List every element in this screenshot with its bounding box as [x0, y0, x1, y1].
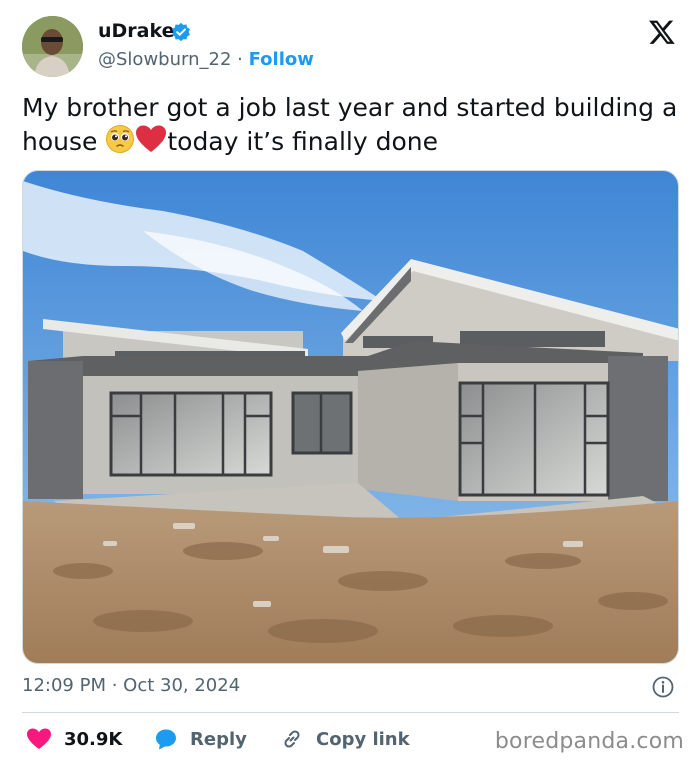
tweet-photo[interactable] — [22, 170, 679, 664]
display-name[interactable]: uDrake — [98, 20, 175, 42]
house-photo-image — [23, 171, 678, 663]
divider — [22, 712, 679, 713]
copy-link-button[interactable]: Copy link — [280, 724, 410, 754]
like-count: 30.9K — [64, 728, 123, 750]
link-icon — [284, 730, 300, 748]
x-logo-icon[interactable] — [648, 18, 676, 46]
source-watermark: boredpanda.com — [494, 729, 684, 754]
heart-icon — [27, 728, 51, 749]
tweet-text-part2: today it’s finally done — [167, 127, 438, 156]
info-icon[interactable] — [651, 675, 675, 699]
separator-dot: · — [237, 49, 243, 70]
tweet-timestamp[interactable]: 12:09 PM · Oct 30, 2024 — [22, 675, 240, 696]
pleading-face-emoji-icon — [106, 125, 135, 153]
red-heart-emoji-icon — [136, 125, 167, 152]
like-button[interactable]: 30.9K — [26, 724, 122, 754]
tweet-text: My brother got a job last year and start… — [22, 92, 682, 158]
copy-link-label: Copy link — [316, 728, 410, 750]
verified-badge-icon — [172, 22, 190, 42]
tweet-header: uDrake @Slowburn_22 · Follow — [22, 16, 682, 78]
reply-label: Reply — [190, 728, 247, 750]
reply-button[interactable]: Reply — [154, 724, 247, 754]
avatar[interactable] — [22, 16, 83, 77]
handle[interactable]: @Slowburn_22 — [98, 49, 231, 70]
reply-bubble-icon — [156, 729, 176, 750]
handle-row: @Slowburn_22 · Follow — [98, 49, 314, 70]
follow-button[interactable]: Follow — [249, 49, 314, 70]
